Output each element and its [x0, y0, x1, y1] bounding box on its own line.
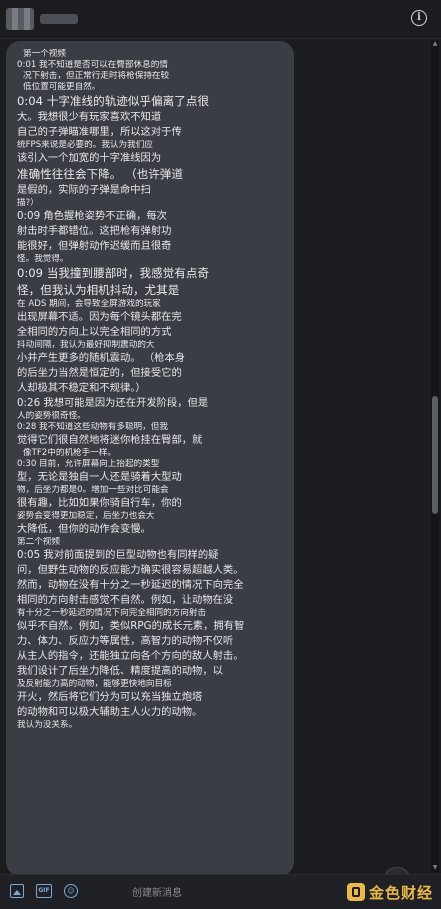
info-icon[interactable]: i — [411, 10, 427, 26]
message-line: 怪。我觉得。 — [17, 254, 69, 264]
message-line: 自己的子弹瞄准哪里，所以这对于传 — [17, 126, 182, 138]
message-line: 怪，但我认为相机抖动，尤其是 — [17, 283, 180, 297]
message-line: 有十分之一秒延迟的情况下向完全相同的方向射击 — [17, 608, 207, 618]
message-line: 况下射击，但正常行走时将枪保持在较 — [23, 71, 170, 81]
message-line: 很有趣，比如如果你骑自行车，你的 — [17, 497, 182, 509]
message-line: 型，无论是独自一人还是骑着大型动 — [17, 471, 182, 483]
message-line: 大。我想很少有玩家喜欢不知道 — [17, 111, 162, 123]
message-line: 能很好，但弹射动作迟缓而且很奇 — [17, 240, 172, 252]
message-line: 该引入一个加宽的十字准线因为 — [17, 152, 162, 164]
scroll-up-arrow-icon[interactable]: ▲ — [431, 40, 439, 48]
message-line: 问，但野生动物的反应能力确实很容易超越人类。 — [17, 564, 244, 576]
message-line: 我认为没关系。 — [17, 720, 78, 730]
message-line: 描?） — [17, 198, 39, 208]
message-line: 全相同的方向上以完全相同的方式 — [17, 326, 172, 338]
message-list: 第一个视频 0:01 我不知道是否可以在臀部休息的情 况下射击，但正常行走时将枪保持… — [0, 39, 441, 895]
message-line: 统FPS来说是必要的。我认为我们应 — [17, 140, 153, 150]
message-line: 相同的方向射击感觉不自然。例如，让动物在没 — [17, 594, 234, 606]
message-line: 似乎不自然。例如，类似RPG的成长元素，拥有智 — [17, 620, 245, 632]
message-line: 的后坐力当然是恒定的，但接受它的 — [17, 367, 182, 379]
message-line: 0:28 我不知道这些动物有多聪明，但我 — [17, 422, 168, 432]
message-line: 从主人的指令，还能独立向各个方向的敌人射击。 — [17, 650, 244, 662]
message-line: 我们设计了后坐力降低、精度提高的动物，以 — [17, 665, 223, 677]
message-line: 大降低，但你的动作会变慢。 — [17, 523, 151, 535]
gif-icon[interactable]: GIF — [36, 884, 52, 898]
message-input[interactable] — [94, 881, 364, 905]
message-line: 0:09 角色握枪姿势不正确，每次 — [17, 210, 167, 222]
avatar[interactable] — [6, 8, 34, 30]
message-line: 0:04 十字准线的轨迹似乎偏离了点很 — [17, 94, 210, 108]
message-line: 人却极其不稳定和不规律。） — [17, 382, 146, 394]
scrollbar[interactable]: ▲ ▼ — [431, 40, 439, 872]
message-composer: GIF ☺ 金色财经 — [0, 874, 441, 909]
image-icon[interactable] — [10, 884, 24, 898]
emoji-icon[interactable]: ☺ — [64, 884, 78, 898]
message-line: 0:01 我不知道是否可以在臀部休息的情 — [17, 60, 168, 70]
message-line: 0:30 目前，允许屏幕向上抬起的类型 — [17, 459, 160, 469]
scrollbar-thumb[interactable] — [432, 396, 438, 514]
message-line: 开火，然后将它们分为可以充当独立炮塔 — [17, 691, 203, 703]
message-line: 0:26 我想可能是因为还在开发阶段，但是 — [17, 397, 209, 409]
message-line: 低位置可能更自然。 — [23, 82, 101, 92]
message-line: 出现屏幕不适。因为每个镜头都在完 — [17, 311, 182, 323]
message-line: 的动物和可以极大辅助主人火力的动物。 — [17, 706, 203, 718]
message-line: 力、体力、反应力等属性，高智力的动物不仅听 — [17, 635, 234, 647]
message-line: 0:09 当我撞到腰部时，我感觉有点奇 — [17, 266, 210, 280]
message-line: 第二个视频 — [17, 537, 60, 547]
message-line: 射击时手都错位。这把枪有弹射功 — [17, 225, 172, 237]
message-line: 是假的，实际的子弹是命中扫 — [17, 184, 151, 196]
message-line: 第一个视频 — [23, 49, 66, 59]
message-line: 0:05 我对前面提到的巨型动物也有同样的疑 — [17, 549, 219, 561]
message-line: 像TF2中的机枪手一样。 — [23, 448, 117, 458]
message-line: 抖动间隔，我认为最好抑制震动的大 — [17, 340, 155, 350]
chat-header: i — [0, 0, 441, 39]
message-line: 姿势会变得更加稳定，后坐力也会大 — [17, 511, 155, 521]
brand-watermark: 金色财经 — [346, 881, 433, 903]
message-line: 在 ADS 期间，会导致全屏游戏的玩家 — [17, 299, 161, 309]
scroll-down-arrow-icon[interactable]: ▼ — [431, 864, 439, 872]
message-bubble: 第一个视频 0:01 我不知道是否可以在臀部休息的情 况下射击，但正常行走时将枪保持… — [6, 41, 294, 876]
brand-logo-icon — [346, 883, 365, 901]
message-line: 人的姿势很奇怪。 — [17, 411, 86, 421]
message-line: 觉得它们很自然地将迷你枪挂在臀部，就 — [17, 434, 203, 446]
contact-name-redacted — [40, 14, 78, 24]
message-line: 物，后坐力都是0。增加一些对比可能会 — [17, 485, 169, 495]
message-line: 准确性往往会下降。 （也许弹道 — [17, 167, 183, 181]
message-line: 及反射能力高的动物，能够更快地向目标 — [17, 679, 172, 689]
message-line: 小并产生更多的随机震动。 （枪本身 — [17, 352, 186, 364]
brand-text: 金色财经 — [368, 883, 433, 902]
message-line: 然而，动物在没有十分之一秒延迟的情况下向完全 — [17, 579, 244, 591]
